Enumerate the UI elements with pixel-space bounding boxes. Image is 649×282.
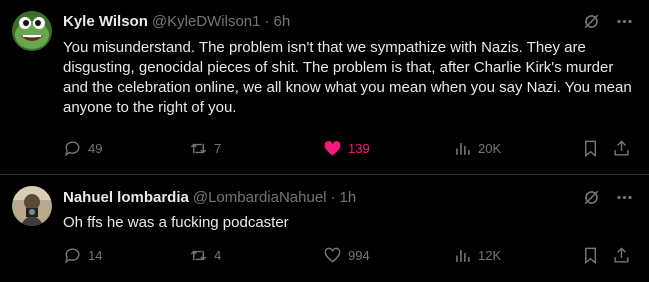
repost-count: 7	[214, 141, 222, 156]
tweet-text: You misunderstand. The problem isn't tha…	[63, 39, 632, 116]
share-button[interactable]	[612, 139, 631, 158]
tweet-actions: 49 7 139 20K	[63, 139, 635, 159]
avatar-nahuel-lombardia[interactable]	[12, 186, 52, 226]
bookmark-button[interactable]	[581, 246, 600, 265]
author-name[interactable]: Kyle Wilson	[63, 13, 148, 30]
share-icon	[614, 247, 629, 263]
views-count: 20K	[478, 141, 502, 156]
repost-icon	[190, 250, 207, 261]
views-button[interactable]: 12K	[453, 246, 501, 265]
tweet-top-actions	[582, 12, 634, 31]
repost-icon	[190, 143, 207, 154]
reply-count: 14	[88, 248, 103, 263]
like-button[interactable]: 994	[323, 246, 370, 265]
more-icon[interactable]	[615, 188, 634, 207]
reply-icon	[65, 248, 80, 264]
views-count: 12K	[478, 248, 502, 263]
tweet-actions: 14 4 994 12K	[63, 246, 635, 266]
like-icon	[324, 140, 341, 156]
like-icon	[324, 247, 341, 263]
views-icon	[456, 249, 470, 262]
tweet-kyle-wilson[interactable]: Kyle Wilson @KyleDWilson1 · 6h You misun…	[0, 0, 649, 170]
author-handle[interactable]: @KyleDWilson1	[152, 13, 261, 30]
tweet-text: Oh ffs he was a fucking podcaster	[63, 214, 289, 231]
tweet-nahuel-lombardia[interactable]: Nahuel lombardia @LombardiaNahuel · 1h O…	[0, 175, 649, 282]
share-button[interactable]	[612, 246, 631, 265]
timestamp[interactable]: 6h	[273, 13, 290, 30]
tweet-top-actions	[582, 188, 634, 207]
like-button[interactable]: 139	[323, 139, 370, 158]
reply-count: 49	[88, 141, 103, 156]
bookmark-icon	[585, 140, 596, 158]
reply-icon	[65, 141, 80, 157]
avatar-kyle-wilson[interactable]	[12, 11, 52, 51]
like-count: 994	[348, 248, 370, 263]
tweet-header: Kyle Wilson @KyleDWilson1 · 6h	[63, 13, 290, 30]
timestamp[interactable]: 1h	[340, 189, 357, 206]
views-button[interactable]: 20K	[453, 139, 501, 158]
separator-dot: ·	[264, 13, 270, 30]
repost-count: 4	[214, 248, 222, 263]
bookmark-button[interactable]	[581, 139, 600, 158]
author-handle[interactable]: @LombardiaNahuel	[193, 189, 327, 206]
repost-button[interactable]: 7	[189, 139, 221, 158]
views-icon	[456, 142, 470, 155]
grok-icon[interactable]	[582, 12, 601, 31]
repost-button[interactable]: 4	[189, 246, 221, 265]
author-name[interactable]: Nahuel lombardia	[63, 189, 189, 206]
reply-button[interactable]: 49	[63, 139, 102, 158]
separator-dot: ·	[330, 189, 336, 206]
like-count: 139	[348, 141, 370, 156]
share-icon	[614, 140, 629, 156]
reply-button[interactable]: 14	[63, 246, 102, 265]
grok-icon[interactable]	[582, 188, 601, 207]
bookmark-icon	[585, 247, 596, 265]
more-icon[interactable]	[615, 12, 634, 31]
tweet-header: Nahuel lombardia @LombardiaNahuel · 1h	[63, 189, 356, 206]
